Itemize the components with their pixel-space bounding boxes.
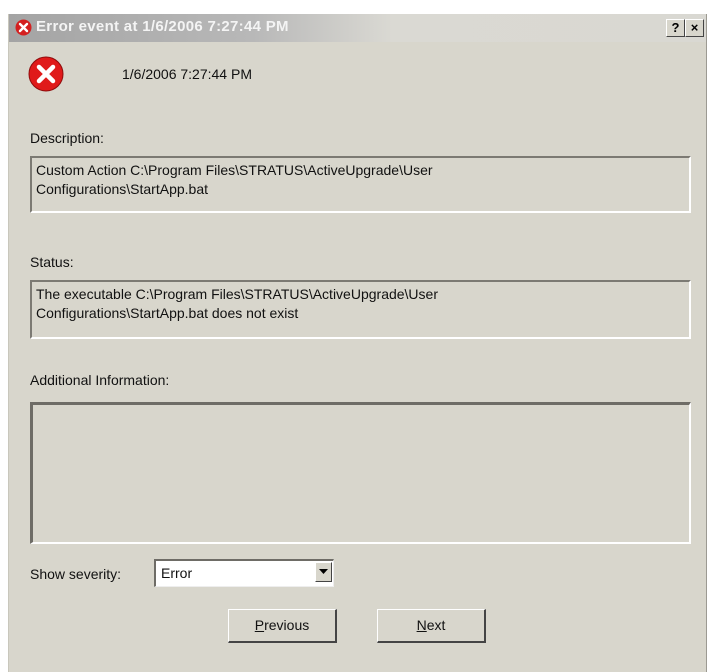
status-text: The executable C:\Program Files\STRATUS\…: [36, 286, 438, 321]
show-severity-label: Show severity:: [30, 566, 122, 582]
previous-button[interactable]: Previous: [228, 609, 337, 643]
additional-info-box[interactable]: [30, 402, 691, 544]
event-timestamp: 1/6/2006 7:27:44 PM: [122, 66, 252, 82]
title-bar[interactable]: Error event at 1/6/2006 7:27:44 PM ? ×: [9, 14, 706, 42]
error-event-dialog: Error event at 1/6/2006 7:27:44 PM ? × 1…: [8, 14, 707, 672]
description-text: Custom Action C:\Program Files\STRATUS\A…: [36, 162, 433, 197]
error-icon: [15, 19, 32, 36]
previous-accesskey: P: [254, 617, 265, 633]
error-icon: [28, 56, 64, 92]
previous-label: revious: [264, 617, 310, 633]
status-label: Status:: [30, 254, 74, 270]
window-title: Error event at 1/6/2006 7:27:44 PM: [36, 18, 289, 35]
next-button[interactable]: Next: [377, 609, 486, 643]
chevron-down-icon: [319, 569, 328, 574]
description-box[interactable]: Custom Action C:\Program Files\STRATUS\A…: [30, 156, 691, 213]
status-box[interactable]: The executable C:\Program Files\STRATUS\…: [30, 280, 691, 339]
description-label: Description:: [30, 130, 104, 146]
help-button[interactable]: ?: [666, 19, 685, 37]
dropdown-arrow-button[interactable]: [315, 562, 332, 582]
next-label: ext: [426, 617, 446, 633]
severity-selected-value: Error: [161, 565, 193, 581]
close-button[interactable]: ×: [685, 19, 704, 37]
next-accesskey: N: [416, 617, 427, 633]
severity-dropdown[interactable]: Error: [154, 559, 334, 587]
additional-info-label: Additional Information:: [30, 372, 170, 388]
